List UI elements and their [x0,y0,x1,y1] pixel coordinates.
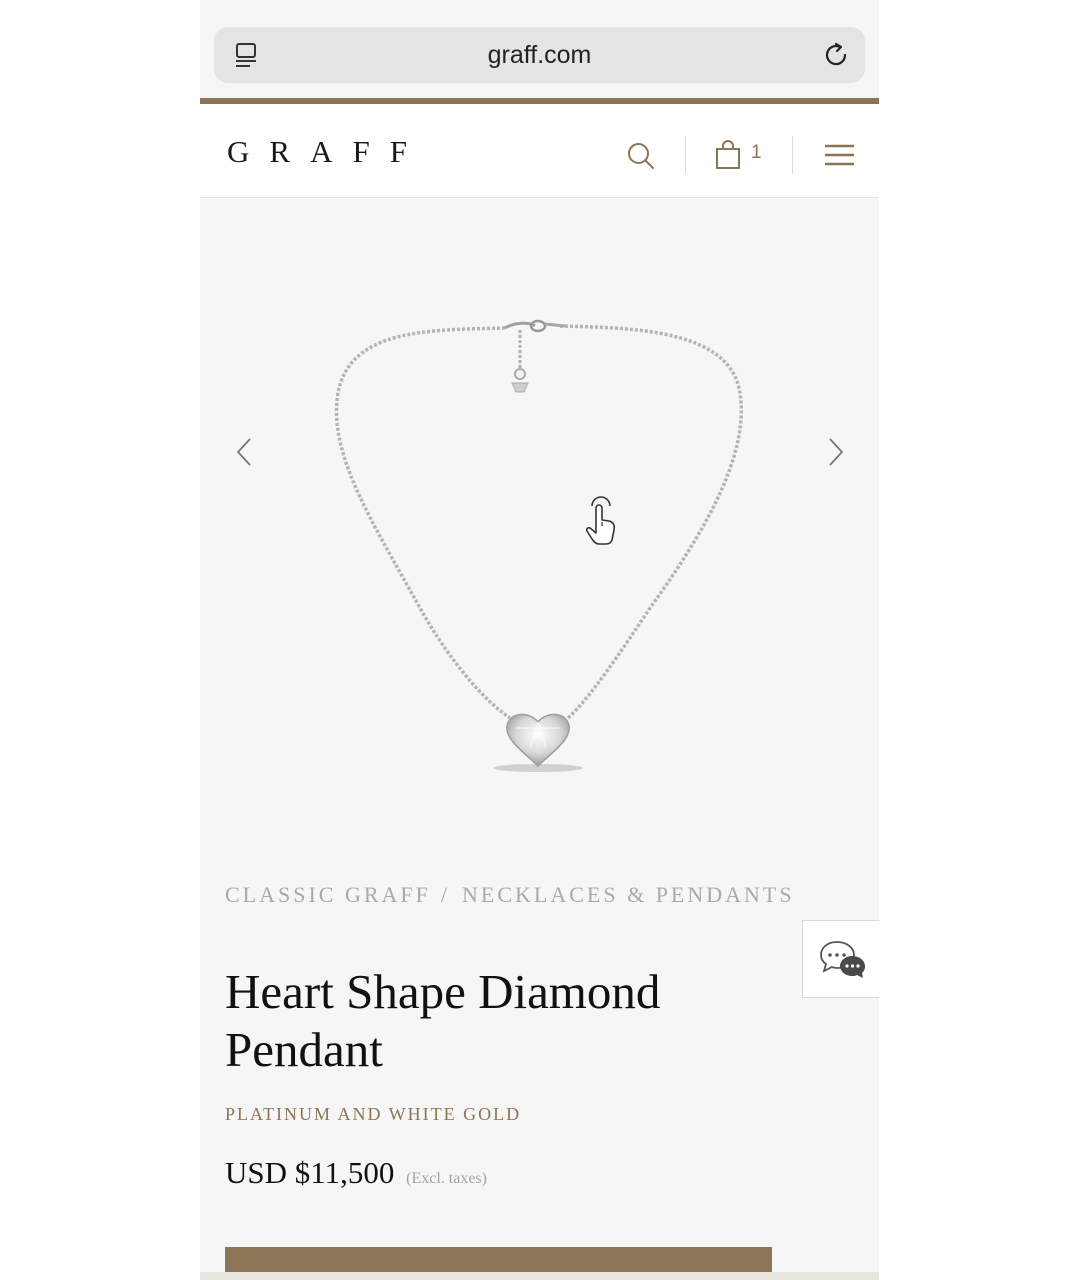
graff-logo[interactable]: GRAFF [227,134,427,170]
breadcrumb-item[interactable]: NECKLACES & PENDANTS [462,882,795,907]
breadcrumb: CLASSIC GRAFF / NECKLACES & PENDANTS [225,882,795,908]
breadcrumb-separator: / [440,882,451,907]
tap-hand-icon [585,496,616,545]
page: graff.com GRAFF 1 CLASSIC GRAFF / NECKLA… [200,0,879,1280]
shopping-bag-icon[interactable] [715,140,741,170]
bottom-edge [200,1272,879,1280]
chat-button[interactable] [802,920,879,998]
reload-icon[interactable] [821,40,851,70]
url-text[interactable]: graff.com [214,27,865,83]
product-title: Heart Shape Diamond Pendant [225,964,661,1077]
address-bar[interactable]: graff.com [214,27,865,83]
chevron-right-icon[interactable] [826,436,846,468]
chat-bubbles-icon[interactable] [819,939,867,979]
tax-note: (Excl. taxes) [406,1170,487,1187]
header-divider [685,136,686,174]
header-divider [792,136,793,174]
bag-count[interactable]: 1 [751,142,762,164]
product-material: PLATINUM AND WHITE GOLD [225,1104,522,1124]
product-gallery[interactable] [200,198,879,838]
hamburger-menu-icon[interactable] [824,143,855,167]
product-image[interactable] [330,308,750,778]
chevron-left-icon[interactable] [234,436,254,468]
search-icon[interactable] [626,141,656,171]
price-value: USD $11,500 [225,1155,395,1190]
browser-chrome: graff.com [200,0,879,98]
product-price: USD $11,500 (Excl. taxes) [225,1155,487,1191]
site-header: GRAFF 1 [200,104,879,198]
breadcrumb-item[interactable]: CLASSIC GRAFF [225,882,431,907]
